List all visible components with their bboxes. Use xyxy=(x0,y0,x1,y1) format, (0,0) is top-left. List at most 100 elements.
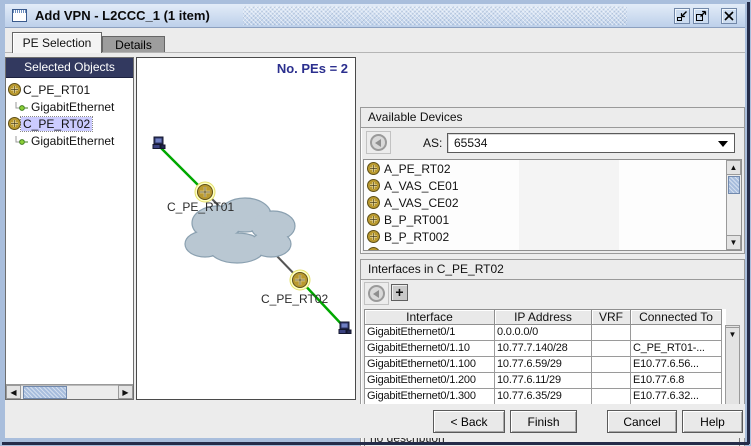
back-button[interactable]: < Back xyxy=(433,410,505,433)
col-interface[interactable]: Interface xyxy=(364,309,495,325)
tree-item-label-selected: C_PE_RT02 xyxy=(21,117,92,131)
available-devices-title: Available Devices xyxy=(361,108,744,128)
device-label: A_VAS_CE01 xyxy=(384,179,459,193)
scrollbar-track[interactable] xyxy=(21,385,118,399)
cell-ip: 0.0.0.0/0 xyxy=(495,325,592,341)
titlebar-texture xyxy=(243,6,627,25)
tree-item-c-pe-rt01[interactable]: C_PE_RT01 xyxy=(6,81,133,98)
available-devices-toolbar: AS: 65534 xyxy=(361,128,744,158)
node-label-c-pe-rt02: C_PE_RT02 xyxy=(261,292,328,306)
router-icon xyxy=(367,162,380,175)
scroll-left-button[interactable]: ◀ xyxy=(6,385,21,399)
cell-connected xyxy=(631,325,722,341)
node-label-c-pe-rt01: C_PE_RT01 xyxy=(167,200,234,214)
interface-leaf-icon xyxy=(15,102,29,112)
tree-horizontal-scrollbar[interactable]: ◀ ▶ xyxy=(6,384,133,399)
cell-connected: E10.77.6.56... xyxy=(631,357,722,373)
scroll-right-button[interactable]: ▶ xyxy=(118,385,133,399)
device-row-b-p-rt001[interactable]: B_P_RT001 xyxy=(364,211,741,228)
back-circle-button[interactable] xyxy=(366,131,391,154)
cell-vrf xyxy=(592,357,631,373)
tab-bar: PE Selection Details xyxy=(5,28,745,53)
topology-map: C_PE_RT01 C_PE_RT02 xyxy=(137,58,355,399)
close-button[interactable] xyxy=(721,8,737,24)
chevron-down-icon xyxy=(718,141,728,147)
tree-item-c-pe-rt02[interactable]: C_PE_RT02 xyxy=(6,115,133,132)
as-combobox[interactable]: 65534 xyxy=(447,133,735,153)
minimize-button[interactable] xyxy=(674,8,690,24)
router-icon xyxy=(8,83,21,96)
cancel-button[interactable]: Cancel xyxy=(607,410,677,433)
cell-ip: 10.77.6.59/29 xyxy=(495,357,592,373)
cell-interface: GigabitEthernet0/1.200 xyxy=(364,373,495,389)
cell-interface: GigabitEthernet0/1.100 xyxy=(364,357,495,373)
cell-interface: GigabitEthernet0/1.300 xyxy=(364,389,495,405)
router-icon xyxy=(367,179,380,192)
window-shadow-bottom xyxy=(2,442,749,445)
device-row-a-vas-ce01[interactable]: A_VAS_CE01 xyxy=(364,177,741,194)
col-connected-to[interactable]: Connected To xyxy=(631,309,722,325)
footer-bar: < Back Finish Cancel Help xyxy=(5,404,745,438)
ce-device-icon-bottom[interactable] xyxy=(339,322,351,334)
scrollbar-thumb[interactable] xyxy=(728,176,740,194)
tree-item-label: GigabitEthernet xyxy=(29,134,116,148)
table-row[interactable]: GigabitEthernet0/1.10 10.77.7.140/28 C_P… xyxy=(364,341,726,357)
content-area: Selected Objects C_PE_RT01 GigabitEthern… xyxy=(5,53,745,438)
minimize-icon xyxy=(676,10,688,22)
cell-interface: GigabitEthernet0/1.10 xyxy=(364,341,495,357)
tree-item-gigabitethernet-1[interactable]: GigabitEthernet xyxy=(6,98,133,115)
cell-vrf xyxy=(592,373,631,389)
router-icon xyxy=(367,196,380,209)
device-row-partial[interactable] xyxy=(364,245,741,251)
tree-item-label: C_PE_RT01 xyxy=(21,83,92,97)
router-icon xyxy=(367,213,380,226)
cell-vrf xyxy=(592,341,631,357)
as-label: AS: xyxy=(423,136,442,150)
table-header-row: Interface IP Address VRF Connected To xyxy=(364,309,726,325)
interfaces-title: Interfaces in C_PE_RT02 xyxy=(361,260,744,280)
col-vrf[interactable]: VRF xyxy=(592,309,631,325)
cell-interface: GigabitEthernet0/1 xyxy=(364,325,495,341)
col-ip-address[interactable]: IP Address xyxy=(495,309,592,325)
title-bar[interactable]: Add VPN - L2CCC_1 (1 item) xyxy=(5,4,745,28)
selected-objects-header: Selected Objects xyxy=(6,58,133,78)
available-devices-panel: Available Devices AS: 65534 xyxy=(360,107,745,254)
table-row[interactable]: GigabitEthernet0/1 0.0.0.0/0 xyxy=(364,325,726,341)
previous-icon xyxy=(368,285,385,302)
router-icon xyxy=(367,230,380,243)
interfaces-toolbar: + xyxy=(361,280,744,307)
help-button[interactable]: Help xyxy=(682,410,743,433)
device-row-b-p-rt002[interactable]: B_P_RT002 xyxy=(364,228,741,245)
table-row[interactable]: GigabitEthernet0/1.200 10.77.6.11/29 E10… xyxy=(364,373,726,389)
add-interface-button[interactable]: + xyxy=(391,284,408,301)
interface-leaf-icon xyxy=(15,136,29,146)
device-label: A_VAS_CE02 xyxy=(384,196,459,210)
table-row[interactable]: GigabitEthernet0/1.300 10.77.6.35/29 E10… xyxy=(364,389,726,405)
selected-objects-tree: C_PE_RT01 GigabitEthernet C_PE_RT02 Giga… xyxy=(6,78,133,384)
maximize-button[interactable] xyxy=(693,8,709,24)
topology-panel[interactable]: No. PEs = 2 xyxy=(136,57,356,400)
router-icon-c-pe-rt02[interactable] xyxy=(290,270,310,290)
device-list-scrollbar[interactable]: ▲ ▼ xyxy=(726,160,741,250)
scroll-up-button[interactable]: ▲ xyxy=(726,160,741,175)
tree-item-gigabitethernet-2[interactable]: GigabitEthernet xyxy=(6,132,133,149)
device-row-a-pe-rt02[interactable]: A_PE_RT02 xyxy=(364,160,741,177)
cell-connected: E10.77.6.8 xyxy=(631,373,722,389)
ce-device-icon-top[interactable] xyxy=(153,137,165,149)
tab-details[interactable]: Details xyxy=(102,36,165,53)
tab-pe-selection[interactable]: PE Selection xyxy=(12,32,102,53)
device-label: B_P_RT001 xyxy=(384,213,449,227)
scroll-down-button[interactable]: ▼ xyxy=(726,235,741,250)
cell-vrf xyxy=(592,325,631,341)
finish-button[interactable]: Finish xyxy=(510,410,577,433)
previous-icon xyxy=(370,134,387,151)
back-circle-button[interactable] xyxy=(364,282,389,305)
router-icon xyxy=(367,247,380,251)
table-row[interactable]: GigabitEthernet0/1.100 10.77.6.59/29 E10… xyxy=(364,357,726,373)
device-row-a-vas-ce02[interactable]: A_VAS_CE02 xyxy=(364,194,741,211)
window-shadow-right xyxy=(747,2,750,444)
device-list[interactable]: A_PE_RT02 A_VAS_CE01 A_VAS_CE02 B_P xyxy=(363,159,742,251)
router-icon-c-pe-rt01[interactable] xyxy=(195,182,215,202)
scrollbar-thumb[interactable] xyxy=(23,386,67,399)
selected-objects-panel: Selected Objects C_PE_RT01 GigabitEthern… xyxy=(5,57,134,400)
